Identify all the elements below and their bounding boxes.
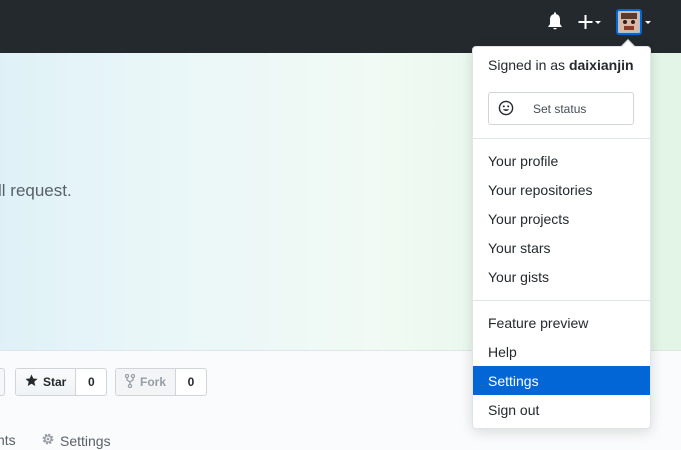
menu-item-settings[interactable]: Settings: [473, 366, 650, 395]
signed-in-as: Signed in as daixianjin: [488, 57, 634, 73]
menu-item-feature-preview[interactable]: Feature preview: [473, 308, 650, 337]
menu-item-your-projects[interactable]: Your projects: [473, 204, 650, 233]
star-label: Star: [43, 375, 67, 389]
user-dropdown-menu: Signed in as daixianjin Set status Your …: [472, 46, 651, 429]
star-count[interactable]: 0: [76, 369, 106, 395]
menu-item-your-stars[interactable]: Your stars: [473, 233, 650, 262]
notifications-bell-icon[interactable]: [546, 12, 564, 32]
tab-settings-label: Settings: [60, 432, 111, 449]
star-button-group: Star 0: [15, 368, 108, 396]
gear-icon: [41, 432, 55, 449]
fork-button-group: Fork 0: [115, 368, 208, 396]
tab-settings[interactable]: Settings: [41, 432, 111, 449]
fork-count[interactable]: 0: [176, 369, 206, 395]
partial-button[interactable]: [0, 368, 5, 396]
dropdown-caret-inner: [622, 41, 634, 47]
star-button[interactable]: Star: [16, 369, 77, 395]
menu-divider: [473, 300, 650, 301]
username: daixianjin: [568, 57, 634, 73]
create-new-plus-icon[interactable]: [578, 11, 604, 33]
smiley-icon: [498, 100, 514, 116]
hero-text: ll request.: [0, 181, 72, 200]
star-icon: [25, 374, 38, 390]
menu-item-sign-out[interactable]: Sign out: [473, 395, 650, 424]
fork-button[interactable]: Fork: [116, 369, 177, 395]
user-avatar-menu[interactable]: [616, 9, 654, 35]
signed-in-prefix: Signed in as: [488, 57, 566, 73]
menu-divider: [473, 138, 650, 139]
set-status-label: Set status: [533, 102, 587, 116]
menu-item-your-gists[interactable]: Your gists: [473, 262, 650, 291]
menu-item-your-repositories[interactable]: Your repositories: [473, 175, 650, 204]
fork-label: Fork: [140, 375, 167, 389]
tab-partial[interactable]: nts: [0, 432, 16, 448]
menu-item-help[interactable]: Help: [473, 337, 650, 366]
menu-item-your-profile[interactable]: Your profile: [473, 146, 650, 175]
set-status-button[interactable]: Set status: [488, 92, 634, 125]
fork-icon: [124, 373, 136, 391]
